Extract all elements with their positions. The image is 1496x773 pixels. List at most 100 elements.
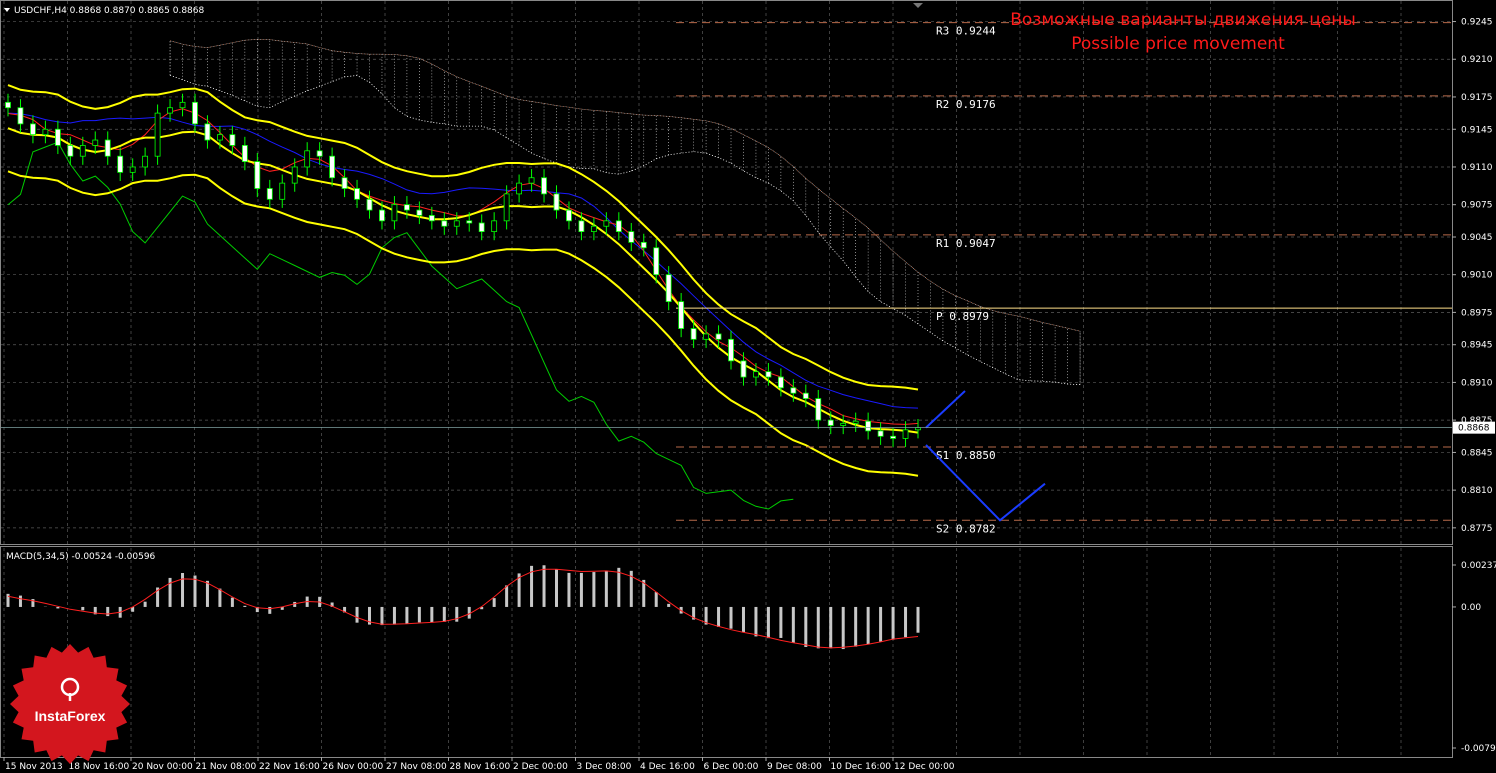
y-tick-label: 0.9145	[1461, 125, 1493, 135]
candle-body	[391, 204, 398, 222]
current-price-label: 0.8868	[1458, 424, 1490, 434]
candle-body	[204, 123, 211, 141]
candle-body	[379, 209, 385, 222]
symbol-dropdown-icon[interactable]	[4, 8, 10, 12]
candle-body	[640, 241, 647, 249]
candle-body	[466, 220, 473, 224]
candle-body	[690, 328, 697, 340]
candle-body	[765, 371, 772, 378]
candle-body	[516, 182, 522, 195]
candle-body	[840, 422, 847, 426]
annotation-en: Possible price movement	[1071, 34, 1285, 54]
x-tick-label: 12 Dec 00:00	[894, 762, 955, 772]
main-panel-frame	[0, 0, 1453, 545]
candle-body	[528, 177, 535, 184]
candle-body	[665, 274, 672, 303]
x-tick-label: 2 Dec 00:00	[513, 762, 568, 772]
y-tick-label: 0.8945	[1461, 341, 1493, 351]
x-tick-label: 3 Dec 08:00	[577, 762, 632, 772]
senkou-b-line	[170, 39, 1081, 332]
x-tick-label: 21 Nov 08:00	[196, 762, 257, 772]
cloud-outline	[169, 39, 1081, 385]
candle-body	[179, 101, 186, 109]
candle-body	[154, 112, 161, 157]
x-tick-label: 18 Nov 16:00	[69, 762, 130, 772]
macd-histogram	[6, 565, 920, 650]
candle-body	[802, 392, 809, 399]
candle-body	[192, 101, 198, 125]
x-tick-label: 6 Dec 00:00	[704, 762, 759, 772]
time-axis: 15 Nov 2013 18 Nov 16:00 20 Nov 00:00 21 No…	[3, 757, 955, 772]
candle-body	[167, 107, 173, 114]
y-tick-label: 0.9175	[1461, 93, 1493, 103]
y-tick-label: 0.9210	[1461, 55, 1493, 65]
symbol-label: USDCHF,H4 0.8868 0.8870 0.8865 0.8868	[14, 6, 204, 16]
instaforex-logo-icon: InstaForex	[10, 644, 130, 764]
pivot-label-s1: S1 0.8850	[936, 449, 996, 462]
candle-body	[329, 155, 336, 179]
candle-body	[354, 188, 360, 200]
candle-body	[266, 188, 273, 200]
candle-body	[715, 333, 722, 340]
pivot-label-r3: R3 0.9244	[936, 25, 996, 38]
pivot-label-r2: R2 0.9176	[936, 98, 996, 111]
x-tick-label: 15 Nov 2013	[5, 762, 63, 772]
candle-body	[67, 145, 74, 157]
annotation-ru: Возможные варианты движения цены	[1010, 10, 1356, 30]
candle-body	[877, 430, 884, 437]
macd-y-tick-label: 0.00	[1461, 603, 1481, 613]
candle-body	[777, 376, 784, 389]
y-tick-label: 0.9045	[1461, 233, 1493, 243]
y-tick-label: 0.9010	[1461, 271, 1493, 281]
macd-label: MACD(5,34,5) -0.00524 -0.00596	[6, 552, 156, 562]
candle-body	[366, 198, 373, 211]
scroll-marker-icon[interactable]	[913, 3, 923, 8]
candle-body	[79, 145, 86, 157]
candle-body	[5, 101, 11, 109]
candle-body	[92, 139, 99, 146]
candle-body	[865, 420, 872, 432]
macd-y-tick-label: -0.00797	[1461, 744, 1496, 754]
candles	[5, 93, 921, 448]
x-tick-label: 26 Nov 00:00	[323, 762, 384, 772]
candle-body	[241, 145, 248, 162]
candle-body	[42, 128, 49, 136]
x-tick-label: 20 Nov 00:00	[132, 762, 193, 772]
macd-panel-frame	[0, 546, 1453, 758]
ichimoku-cloud	[169, 39, 1081, 385]
candle-body	[217, 134, 223, 141]
candle-body	[304, 150, 311, 168]
candle-body	[890, 435, 896, 439]
y-tick-label: 0.8810	[1461, 486, 1493, 496]
price-chart: R3 0.9244 R2 0.9176 R1 0.9047 P 0.8979 S1 0…	[0, 0, 1496, 772]
indicator-lines	[7, 84, 919, 510]
candle-body	[341, 177, 348, 189]
candle-body	[541, 177, 547, 195]
candle-body	[578, 220, 585, 233]
candle-body	[566, 209, 572, 222]
candle-body	[790, 387, 797, 394]
candle-body	[628, 231, 635, 243]
candle-body	[453, 220, 460, 227]
y-tick-label: 0.9245	[1461, 18, 1493, 28]
grid	[1, 1, 1452, 757]
candle-body	[478, 222, 485, 233]
y-tick-label: 0.9075	[1461, 201, 1493, 211]
candle-body	[104, 139, 111, 157]
pivot-label-p: P 0.8979	[936, 310, 989, 323]
logo-badge	[10, 644, 130, 764]
macd-y-tick-label: 0.00237	[1461, 561, 1496, 571]
candle-body	[491, 220, 498, 233]
y-tick-label: 0.8975	[1461, 308, 1493, 318]
candle-body	[902, 429, 909, 439]
projection-up-line	[925, 390, 966, 429]
y-tick-label: 0.9110	[1461, 163, 1493, 173]
candle-body	[827, 419, 834, 426]
candle-body	[740, 360, 747, 378]
x-tick-label: 4 Dec 16:00	[640, 762, 695, 772]
pivot-label-s2: S2 0.8782	[936, 522, 996, 535]
y-tick-label: 0.8845	[1461, 448, 1493, 458]
y-tick-label: 0.8910	[1461, 378, 1493, 388]
x-tick-label: 28 Nov 16:00	[450, 762, 511, 772]
candle-body	[404, 204, 410, 211]
